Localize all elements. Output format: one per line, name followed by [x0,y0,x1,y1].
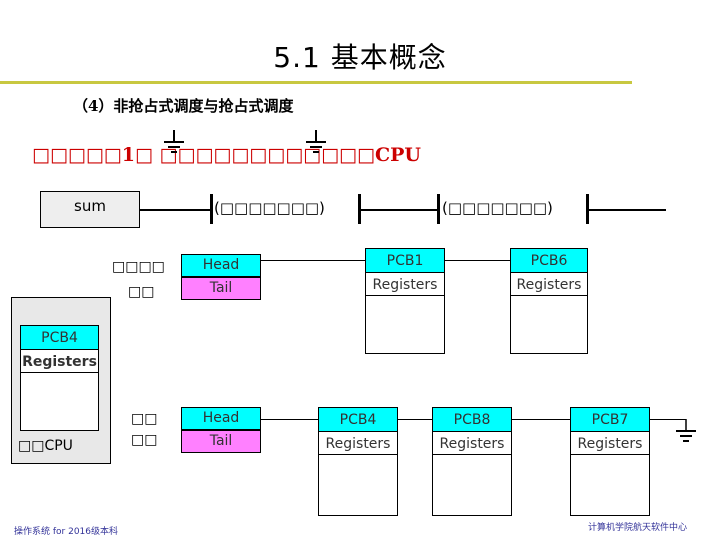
queue2-label-line2: □□ [131,432,158,448]
queue2-link [261,419,318,420]
queue2-head: Head [181,407,261,430]
pcb-name: PCB4 [319,408,397,432]
timeline-tick [437,194,440,224]
queue1-link [261,260,365,261]
queue1-label-line2: □□ [128,284,155,300]
pcb-name: PCB4 [21,326,98,350]
pcb-registers: Registers [319,433,397,455]
pcb-registers: Registers [366,274,444,296]
queue1-link [445,260,510,261]
pcb-node: PCB1 Registers [365,248,445,354]
ground-icon [306,130,326,153]
pcb-name: PCB7 [571,408,649,432]
footer-left: 操作系统 for 2016级本科 [14,527,119,537]
sum-label: sum [74,197,106,215]
segment1-label: (□□□□□□□) [214,199,325,217]
pcb-node: PCB8 Registers [432,407,512,516]
timeline-line [358,209,440,211]
segment2-label: (□□□□□□□) [442,199,553,217]
ground-icon [676,419,696,442]
pcb-registers: Registers [571,433,649,455]
queue2-tail: Tail [181,430,261,453]
ground-icon [164,130,184,153]
pcb-name: PCB1 [366,249,444,273]
running-pcb: PCB4 Registers [20,325,99,431]
queue1-label-line1: □□□□ [112,259,165,275]
timeline-tick [210,194,213,224]
title-rule [0,81,632,84]
queue2-label-line1: □□ [131,411,158,427]
queue2-link [512,419,570,420]
section-subtitle: （4）非抢占式调度与抢占式调度 [73,97,294,115]
pcb-node: PCB7 Registers [570,407,650,516]
pcb-node: PCB4 Registers [318,407,398,516]
pcb-name: PCB6 [511,249,587,273]
timeline-line [140,209,210,211]
cpu-label: □□CPU [18,438,73,454]
queue1-head: Head [181,254,261,277]
page-title: 5.1 基本概念 [273,41,447,74]
example-heading: □□□□□1□ □□□□□□□□□□□□CPU [32,144,421,166]
sum-box: sum [40,191,140,228]
queue1-tail: Tail [181,277,261,300]
pcb-name: PCB8 [433,408,511,432]
pcb-registers: Registers [433,433,511,455]
pcb-node: PCB6 Registers [510,248,588,354]
queue2-link [398,419,432,420]
timeline-line [586,209,666,211]
pcb-registers: Registers [21,351,98,373]
footer-right: 计算机学院航天软件中心 [588,523,688,533]
pcb-registers: Registers [511,274,587,296]
